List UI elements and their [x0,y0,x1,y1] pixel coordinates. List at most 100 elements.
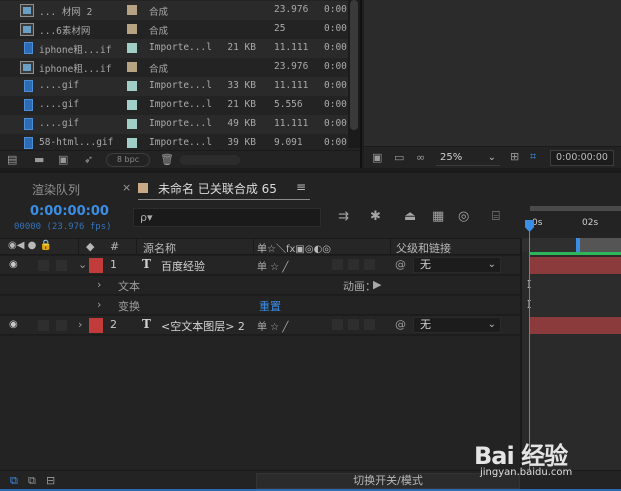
solo-toggle[interactable] [38,260,49,271]
scrollbar-thumb[interactable] [350,0,358,130]
property-row-text[interactable]: › 文本 动画： ▶ [0,276,522,295]
in-out-pane-icon[interactable]: ⊟ [46,475,55,487]
animate-menu[interactable]: 动画： [343,278,376,294]
item-label-color[interactable] [127,43,137,53]
eye-icon[interactable]: ◉ [9,259,18,270]
item-label-color[interactable] [127,119,137,129]
current-time-indicator[interactable] [529,220,530,470]
chevron-right-icon[interactable]: › [78,318,82,331]
new-folder-icon[interactable]: ▬ [34,154,44,166]
project-scrollbar[interactable] [348,0,360,148]
project-item-row[interactable]: ....gif Importe...l 21 KB 5.556 0:00 [0,96,348,115]
item-label-color[interactable] [127,81,137,91]
property-text-label: 文本 [118,280,140,293]
item-label-color[interactable] [127,100,137,110]
item-frame-rate: 11.111 [274,42,309,53]
layer-switches[interactable]: 单 ☆ ╱ [257,258,288,273]
grid-guide-icon[interactable]: ⊞ [510,151,519,163]
reset-link[interactable]: 重置 [259,298,281,314]
region-of-interest-icon[interactable]: ⌗ [530,151,536,163]
layer-switches-pane-icon[interactable]: ⧉ [10,475,18,487]
mask-visibility-icon[interactable]: ∞ [416,152,425,164]
current-time-display[interactable]: 0:00:00:00 [30,204,109,219]
item-frame-rate: 11.111 [274,80,309,91]
close-icon[interactable]: × [122,181,131,194]
chevron-right-icon[interactable]: › [97,278,101,291]
layer-switches[interactable]: 单 ☆ ╱ [257,318,288,333]
project-item-row[interactable]: ...6素材网 合成 25 0:00 [0,20,348,39]
project-item-row[interactable]: ....gif Importe...l 33 KB 11.111 0:00 [0,77,348,96]
layer-duration-bar[interactable] [530,257,621,274]
project-item-row[interactable]: iphone粗...if Importe...l 21 KB 11.111 0:00 [0,39,348,58]
transfer-controls-pane-icon[interactable]: ⧉ [28,475,36,487]
motion-blur-icon[interactable]: ◎ [458,210,469,224]
layer-row[interactable]: ◉ ⌄ 1 T 百度经验 单 ☆ ╱ @ 无 ⌄ [0,256,522,275]
item-size: 33 KB [227,80,256,91]
new-composition-icon[interactable]: ▣ [58,154,68,166]
pick-whip-icon[interactable]: @ [395,318,406,331]
layer-row[interactable]: ◉ › 2 T <空文本图层> 2 单 ☆ ╱ @ 无 ⌄ [0,316,522,335]
item-label-color[interactable] [127,5,137,15]
chevron-down-icon[interactable]: ⌄ [78,258,87,271]
work-area-bar[interactable] [530,206,621,211]
parent-select[interactable]: 无 ⌄ [413,317,501,333]
bit-depth-button[interactable]: 8 bpc [106,153,150,167]
item-name: ....gif [39,118,80,129]
layer-number: 2 [110,318,117,331]
item-label-color[interactable] [127,62,137,72]
item-label-color[interactable] [127,24,137,34]
layer-duration-bar[interactable] [530,317,621,334]
project-settings-icon[interactable]: ➶ [84,154,93,166]
composition-viewer[interactable] [364,0,621,168]
item-name: ....gif [39,80,80,91]
frame-blending-icon[interactable]: ▦ [432,210,444,224]
layer-switch-boxes[interactable] [332,319,388,332]
parent-select[interactable]: 无 ⌄ [413,257,501,273]
navigator-range[interactable] [580,238,621,252]
layer-switch-boxes[interactable] [332,259,388,272]
project-item-row[interactable]: ... 材网 2 合成 23.976 0:00 [0,1,348,20]
label-column-icon: ◆ [86,240,95,253]
layer-name[interactable]: 百度经验 [161,258,205,274]
item-frame-rate: 11.111 [274,118,309,129]
layer-search-input[interactable]: ρ▾ [133,208,321,227]
hamburger-menu-icon[interactable]: ≡ [296,180,306,194]
tab-composition[interactable]: 未命名 已关联合成 65 [158,180,277,197]
item-size: 21 KB [227,42,256,53]
play-icon[interactable]: ▶ [373,278,381,291]
eye-icon[interactable]: ◉ [9,319,18,330]
empty-layer-area[interactable] [0,336,522,470]
item-size: 39 KB [227,137,256,148]
time-navigator[interactable] [522,238,621,252]
item-label-color[interactable] [127,138,137,148]
project-horizontal-scrollbar[interactable] [180,155,240,165]
graph-editor-icon[interactable]: ⌸ [492,210,500,224]
always-preview-icon[interactable]: ▣ [372,152,382,164]
source-name-header[interactable]: 源名称 [143,240,176,256]
item-type: 合成 [149,7,169,18]
lock-toggle[interactable] [56,260,67,271]
solo-toggle[interactable] [38,320,49,331]
property-row-transform[interactable]: › 变换 重置 [0,296,522,315]
pick-whip-icon[interactable]: @ [395,258,406,271]
monitor-icon[interactable]: ▭ [394,152,404,164]
trash-icon[interactable]: 🗑 [160,154,174,166]
layer-number-header: # [110,240,120,253]
time-ruler[interactable]: 0s 02s [522,200,621,238]
layer-name[interactable]: <空文本图层> 2 [161,318,245,334]
layer-label-color[interactable] [89,318,103,333]
draft-3d-icon[interactable]: ✱ [370,210,381,224]
item-name: ....gif [39,99,80,110]
lock-toggle[interactable] [56,320,67,331]
project-item-row[interactable]: iphone粗...if 合成 23.976 0:00 [0,58,348,77]
tab-render-queue[interactable]: 渲染队列 [32,181,80,198]
composition-flowchart-icon[interactable]: ⇉ [338,210,349,224]
viewer-current-time[interactable]: 0:00:00:00 [550,150,614,166]
shy-layers-icon[interactable]: ⏏ [404,210,416,224]
interpret-footage-icon[interactable]: ▤ [7,154,17,166]
chevron-right-icon[interactable]: › [97,298,101,311]
zoom-select[interactable]: 25% ⌄ [436,150,500,166]
item-frame-rate: 23.976 [274,4,309,15]
project-item-row[interactable]: ....gif Importe...l 49 KB 11.111 0:00 [0,115,348,134]
layer-label-color[interactable] [89,258,103,273]
